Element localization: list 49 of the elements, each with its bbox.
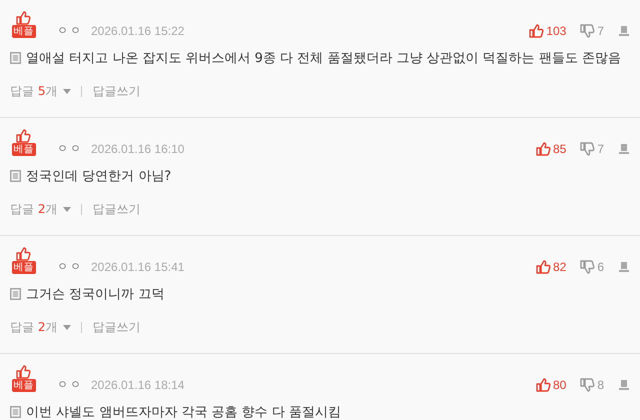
- comment-text: 정국인데 당연한거 아님?: [26, 168, 172, 185]
- thumbs-up-icon: [16, 11, 32, 25]
- comment-date: 2026.01.16 15:41: [91, 260, 184, 274]
- comment-date: 2026.01.16 18:14: [91, 378, 184, 392]
- dropdown-caret-icon[interactable]: [63, 88, 72, 94]
- dislike-button[interactable]: 8: [580, 378, 604, 392]
- memo-icon: [10, 52, 21, 64]
- dropdown-caret-icon[interactable]: [63, 324, 72, 330]
- memo-icon: [10, 288, 21, 300]
- thumbs-down-icon: [580, 260, 596, 274]
- author-name[interactable]: ㅇㅇ: [57, 378, 83, 392]
- write-reply-link[interactable]: 답글쓰기: [92, 200, 140, 218]
- thumbs-down-icon: [580, 24, 596, 38]
- reply-count-link[interactable]: 답글 2개: [10, 200, 58, 218]
- write-reply-link[interactable]: 답글쓰기: [92, 318, 140, 336]
- memo-icon: [10, 170, 21, 182]
- comment-text: 그거슨 정국이니까 끄덕: [26, 286, 164, 303]
- thumbs-down-icon: [580, 378, 596, 392]
- thumbs-up-icon: [16, 365, 32, 379]
- like-button[interactable]: 82: [536, 260, 566, 274]
- thumbs-up-icon: [529, 24, 544, 38]
- like-button[interactable]: 80: [536, 378, 566, 392]
- best-badge: 베플: [12, 379, 36, 392]
- thumbs-up-icon: [536, 142, 551, 156]
- comment-text: 열애설 터지고 나온 잡지도 위버스에서 9종 다 전체 품절됐더라 그냥 상관없이 덕질하는 팬들도 존많음: [26, 50, 621, 67]
- comment-text: 이번 샤넬도 앰버뜨자마자 각국 공홈 향수 다 품절시킴: [26, 404, 341, 420]
- thumbs-up-icon: [536, 378, 551, 392]
- dislike-button[interactable]: 6: [580, 260, 604, 274]
- best-badge: 베플: [12, 25, 36, 38]
- author-name[interactable]: ㅇㅇ: [57, 24, 83, 38]
- thumbs-up-icon: [536, 260, 551, 274]
- write-reply-link[interactable]: 답글쓰기: [92, 82, 140, 100]
- author-name[interactable]: ㅇㅇ: [57, 260, 83, 274]
- like-button[interactable]: 85: [536, 142, 566, 156]
- best-badge: 베플: [12, 143, 36, 156]
- memo-icon: [10, 406, 21, 418]
- reply-count-link[interactable]: 답글 2개: [10, 318, 58, 336]
- comment-date: 2026.01.16 16:10: [91, 142, 184, 156]
- author-name[interactable]: ㅇㅇ: [57, 142, 83, 156]
- comment-date: 2026.01.16 15:22: [91, 24, 184, 38]
- dropdown-caret-icon[interactable]: [63, 206, 72, 212]
- dislike-button[interactable]: 7: [580, 142, 604, 156]
- best-badge: 베플: [12, 261, 36, 274]
- thumbs-up-icon: [16, 129, 32, 143]
- dislike-button[interactable]: 7: [580, 24, 604, 38]
- thumbs-down-icon: [580, 142, 596, 156]
- thumbs-up-icon: [16, 247, 32, 261]
- like-button[interactable]: 103: [529, 24, 566, 38]
- reply-count-link[interactable]: 답글 5개: [10, 82, 58, 100]
